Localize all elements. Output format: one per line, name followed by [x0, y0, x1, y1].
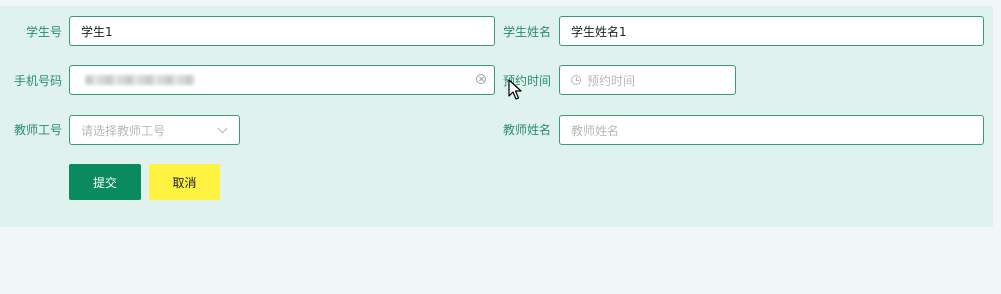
clock-icon — [571, 75, 581, 85]
chevron-down-icon — [217, 123, 228, 133]
phone-input[interactable] — [69, 65, 495, 95]
teacher-name-placeholder: 教师姓名 — [571, 123, 620, 138]
clear-icon[interactable] — [476, 74, 486, 84]
phone-value-redacted — [85, 75, 195, 85]
mouse-cursor-icon — [508, 79, 522, 100]
teacher-id-placeholder: 请选择教师工号 — [81, 123, 166, 138]
submit-button[interactable]: 提交 — [69, 164, 141, 200]
teacher-name-label: 教师姓名 — [503, 123, 552, 137]
student-id-value: 学生1 — [81, 24, 113, 39]
cancel-button[interactable]: 取消 — [149, 164, 220, 200]
student-name-input[interactable]: 学生姓名1 — [559, 16, 984, 46]
student-name-label: 学生姓名 — [503, 25, 552, 39]
teacher-id-select[interactable]: 请选择教师工号 — [69, 115, 240, 145]
appointment-time-placeholder: 预约时间 — [587, 73, 636, 88]
student-id-label: 学生号 — [26, 25, 63, 39]
student-id-input[interactable]: 学生1 — [69, 16, 495, 46]
teacher-name-input[interactable]: 教师姓名 — [559, 115, 984, 145]
teacher-id-label: 教师工号 — [14, 123, 63, 137]
student-name-value: 学生姓名1 — [571, 24, 627, 39]
appointment-time-picker[interactable]: 预约时间 — [559, 65, 736, 95]
phone-label: 手机号码 — [14, 74, 63, 88]
